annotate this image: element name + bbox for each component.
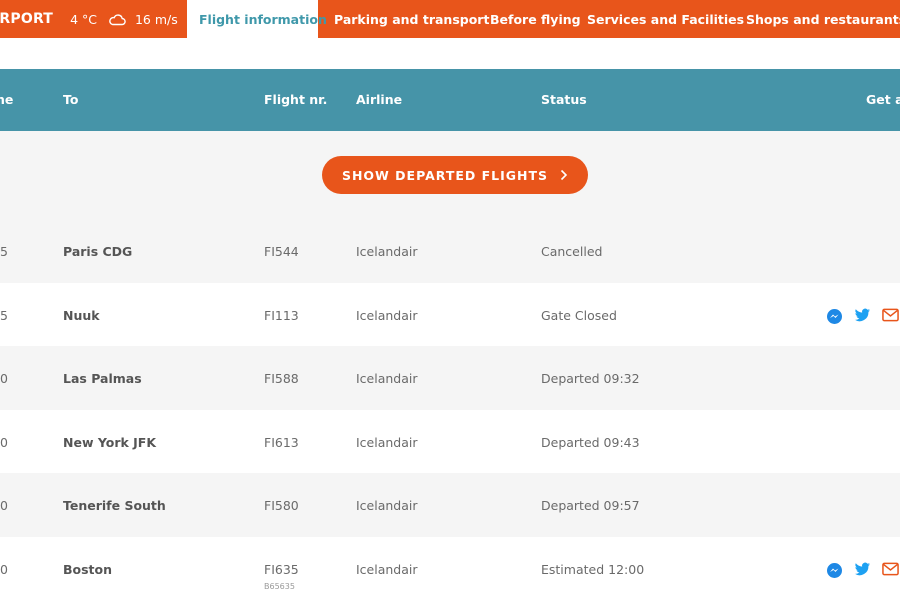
flight-number: FI613 [264,434,299,450]
flight-number: FI580 [264,498,299,514]
destination: Paris CDG [63,244,133,259]
airline: Icelandair [356,498,418,514]
airline: Icelandair [356,371,418,387]
flight-number: FI113 [264,307,299,323]
alert-options [826,308,899,324]
flight-row[interactable]: 20 Las Palmas FI588 Icelandair Departed … [0,346,900,410]
show-departed-area: SHOW DEPARTED FLIGHTS [0,131,900,219]
destination: Boston [63,562,113,577]
destination: New York JFK [63,434,157,450]
alert-options [826,562,899,578]
nav-parking-and-transport[interactable]: Parking and transport [318,0,489,38]
weather-temperature: 4 °C [70,11,97,27]
destination: Tenerife South [63,498,166,514]
header-airline: Airline [356,92,403,107]
scheduled-time: 00 [0,562,8,577]
email-icon[interactable] [882,308,899,323]
flight-status: Cancelled [541,244,603,259]
flight-status: Estimated 12:00 [541,562,645,577]
messenger-icon[interactable] [826,562,843,578]
show-departed-label: SHOW DEPARTED FLIGHTS [341,167,549,183]
cloud-icon [109,13,126,25]
flight-table-header: ne To Flight nr. Airline Status Get al [0,69,900,131]
nav-before-flying[interactable]: Before flying [474,0,581,38]
destination: Las Palmas [63,371,142,387]
flight-status: Departed 09:43 [541,434,640,450]
top-navigation: IRPORT 4 °C 16 m/s Flight information Pa… [0,0,900,38]
main-menu: Flight information Parking and transport… [187,0,900,38]
scheduled-time: 40 [0,434,8,450]
header-status: Status [541,92,587,107]
flight-status: Gate Closed [541,307,617,323]
flight-row[interactable]: 00 Boston FI635 Icelandair Estimated 12:… [0,537,900,601]
scheduled-time: 00 [0,498,8,514]
show-departed-flights-button[interactable]: SHOW DEPARTED FLIGHTS [322,156,588,194]
flight-row[interactable]: 40 New York JFK FI613 Icelandair Departe… [0,409,900,474]
twitter-icon[interactable] [854,562,871,577]
twitter-icon[interactable] [854,308,871,323]
header-get-alerts: Get al [866,92,900,107]
brand-name[interactable]: IRPORT [0,11,53,27]
destination: Nuuk [63,307,100,323]
chevron-right-icon [560,169,568,181]
airline: Icelandair [356,244,418,259]
scheduled-time: 20 [0,371,8,387]
scheduled-time: 45 [0,244,8,259]
airline: Icelandair [356,562,418,577]
flight-row[interactable]: 45 Paris CDG FI544 Icelandair Cancelled [0,219,900,283]
messenger-icon[interactable] [826,308,843,324]
codeshare-number: B65635 [264,582,295,591]
flight-number: FI635 [264,562,299,577]
header-flight-number: Flight nr. [264,92,328,107]
flight-row[interactable]: 15 Nuuk FI113 Icelandair Gate Closed [0,282,900,347]
weather-wind: 16 m/s [134,11,178,27]
flight-status: Departed 09:32 [541,371,640,387]
scheduled-time: 15 [0,307,8,323]
header-to: To [63,92,79,107]
brand-area: IRPORT 4 °C 16 m/s [0,0,187,38]
nav-services-and-facilities[interactable]: Services and Facilities [579,0,744,38]
airline: Icelandair [356,307,418,323]
email-icon[interactable] [882,562,899,577]
weather-widget: 4 °C 16 m/s [70,12,178,27]
nav-shops-and-restaurants[interactable]: Shops and restaurants [740,0,900,38]
flight-number: FI544 [264,244,299,259]
flight-status: Departed 09:57 [541,498,640,514]
nav-flight-information[interactable]: Flight information [187,0,327,38]
header-time: ne [0,92,14,107]
airline: Icelandair [356,434,418,450]
flight-row[interactable]: 00 Tenerife South FI580 Icelandair Depar… [0,473,900,537]
flight-number: FI588 [264,371,299,387]
